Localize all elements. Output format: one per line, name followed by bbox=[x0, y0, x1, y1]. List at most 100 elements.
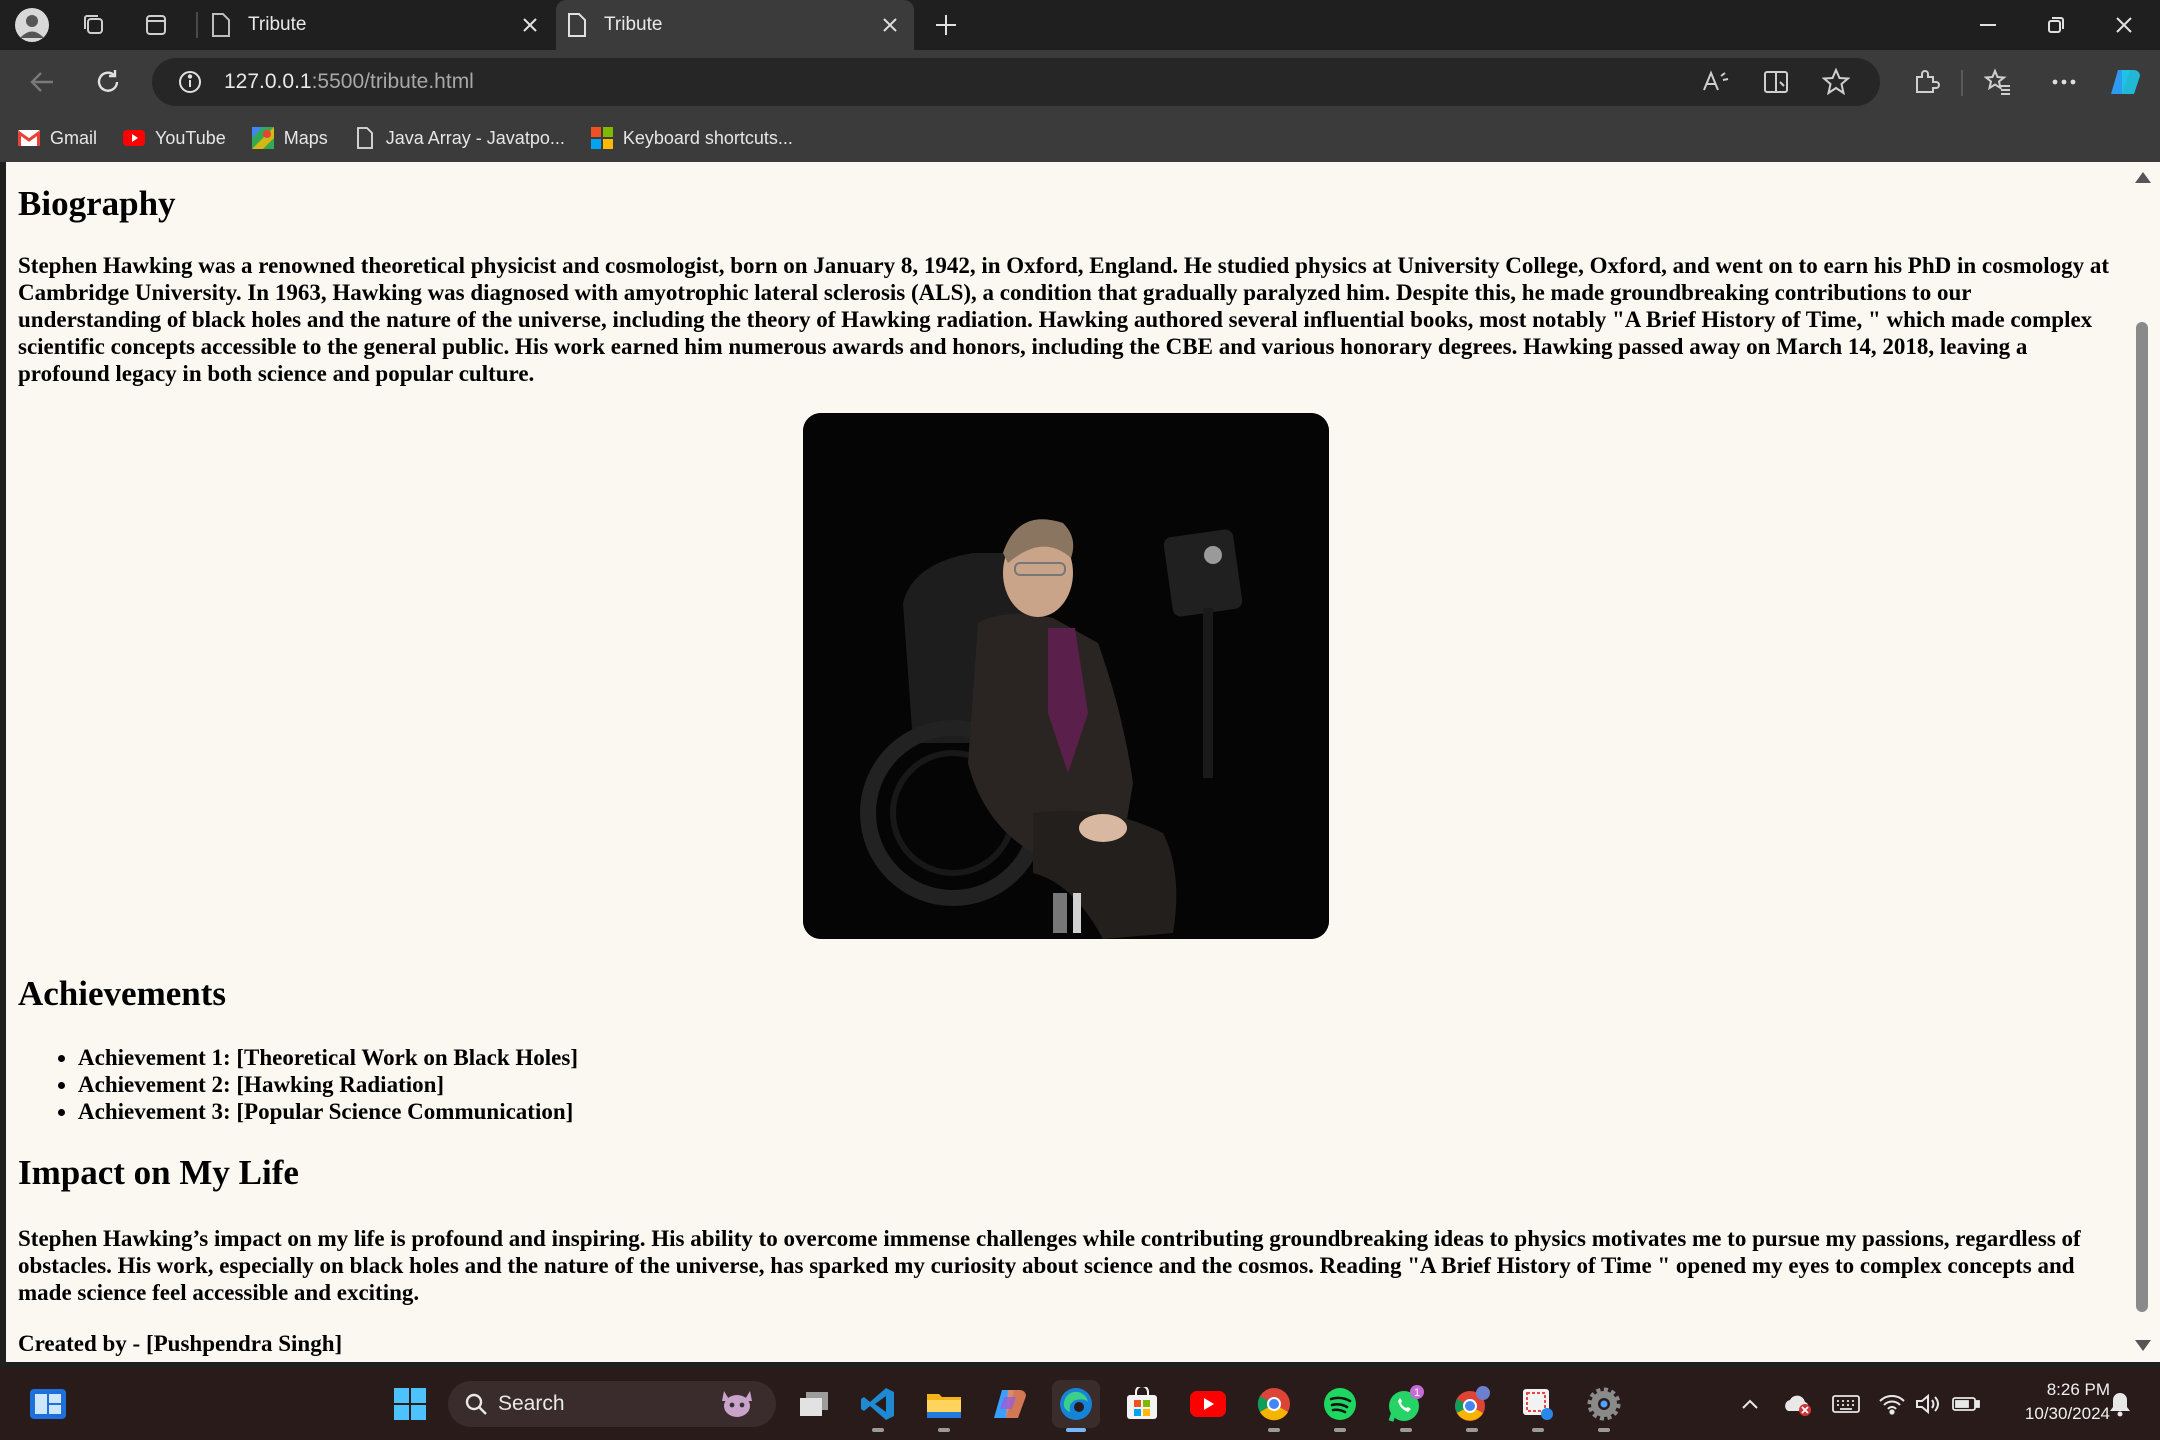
keyboard-icon[interactable] bbox=[1830, 1388, 1862, 1420]
maps-icon bbox=[251, 127, 274, 149]
task-view-icon[interactable] bbox=[790, 1380, 838, 1428]
bookmarks-bar: Gmail YouTube Maps Java Array - Javatpo.… bbox=[0, 114, 2160, 162]
stephen-hawking-photo bbox=[803, 413, 1329, 939]
file-explorer-icon[interactable] bbox=[920, 1380, 968, 1432]
achievements-heading: Achievements bbox=[18, 974, 227, 1013]
site-info-icon[interactable] bbox=[172, 64, 208, 100]
bookmark-label: Keyboard shortcuts... bbox=[622, 127, 793, 148]
bookmark-label: Gmail bbox=[50, 127, 98, 148]
notification-bell-icon[interactable] bbox=[2104, 1388, 2136, 1420]
show-hidden-icons-chevron-icon[interactable] bbox=[1736, 1388, 1764, 1420]
taskbar-search[interactable]: Search bbox=[448, 1381, 776, 1427]
read-aloud-icon[interactable] bbox=[1698, 64, 1734, 100]
tab-tribute-2[interactable]: Tribute bbox=[556, 0, 914, 50]
address-bar[interactable]: 127.0.0.1:5500/tribute.html bbox=[152, 58, 1880, 106]
search-label: Search bbox=[498, 1392, 565, 1415]
impact-text: Stephen Hawking’s impact on my life is p… bbox=[18, 1226, 2081, 1305]
page-icon bbox=[354, 127, 376, 149]
browser-title-bar: Tribute Tribute bbox=[0, 0, 2160, 50]
workspaces-icon[interactable] bbox=[76, 7, 112, 43]
achievements-list: Achievement 1: [Theoretical Work on Blac… bbox=[18, 1044, 2114, 1125]
created-by-text: Created by - [Pushpendra Singh] bbox=[18, 1331, 343, 1356]
bookmark-label: YouTube bbox=[155, 127, 226, 148]
snipping-tool-icon[interactable] bbox=[1514, 1380, 1562, 1432]
gmail-icon bbox=[18, 127, 40, 149]
list-item: Achievement 1: [Theoretical Work on Blac… bbox=[78, 1044, 2114, 1071]
impact-heading: Impact on My Life bbox=[18, 1153, 299, 1192]
whatsapp-icon[interactable]: 1 bbox=[1382, 1380, 1430, 1432]
browser-toolbar: 127.0.0.1:5500/tribute.html bbox=[0, 50, 2160, 114]
tab-separator bbox=[196, 12, 198, 38]
bookmark-keyboard-shortcuts[interactable]: Keyboard shortcuts... bbox=[590, 118, 793, 158]
microsoft-store-icon[interactable] bbox=[1118, 1380, 1166, 1428]
url-path: :5500/tribute.html bbox=[311, 70, 474, 93]
minimize-button[interactable] bbox=[1954, 0, 2022, 50]
youtube-icon bbox=[123, 127, 146, 149]
portrait-figure bbox=[18, 413, 2114, 944]
widgets-icon[interactable] bbox=[24, 1380, 72, 1428]
youtube-app-icon[interactable] bbox=[1184, 1380, 1232, 1428]
immersive-reader-icon[interactable] bbox=[1758, 64, 1794, 100]
back-button[interactable] bbox=[22, 62, 62, 102]
bookmark-label: Maps bbox=[283, 127, 328, 148]
whatsapp-badge: 1 bbox=[1414, 1387, 1420, 1399]
spotify-icon[interactable] bbox=[1316, 1380, 1364, 1432]
running-indicator bbox=[872, 1428, 884, 1432]
running-indicator bbox=[1066, 1428, 1086, 1432]
bookmark-gmail[interactable]: Gmail bbox=[18, 118, 97, 158]
volume-icon[interactable] bbox=[1912, 1388, 1944, 1420]
battery-icon[interactable] bbox=[1950, 1388, 1982, 1420]
close-tab-icon[interactable] bbox=[872, 7, 908, 43]
scroll-up-arrow-icon[interactable] bbox=[2135, 172, 2151, 183]
settings-gear-icon[interactable] bbox=[1580, 1380, 1628, 1432]
search-highlight-icon bbox=[718, 1389, 756, 1419]
profile-avatar-icon[interactable] bbox=[14, 7, 50, 43]
chrome-profile-icon[interactable] bbox=[1448, 1380, 1496, 1432]
running-indicator bbox=[1400, 1428, 1412, 1432]
windows-taskbar: Search 1 8:26 PM 10/30/2024 bbox=[0, 1368, 2160, 1440]
system-clock[interactable]: 8:26 PM 10/30/2024 bbox=[1990, 1378, 2110, 1426]
vertical-scrollbar[interactable] bbox=[2126, 162, 2160, 1362]
url-text[interactable]: 127.0.0.1:5500/tribute.html bbox=[224, 58, 474, 106]
bookmark-java-array[interactable]: Java Array - Javatpo... bbox=[354, 118, 565, 158]
bookmark-maps[interactable]: Maps bbox=[251, 118, 328, 158]
copilot-icon[interactable] bbox=[2106, 62, 2146, 102]
toolbar-separator bbox=[1961, 70, 1963, 96]
page-icon bbox=[568, 13, 586, 37]
clock-time: 8:26 PM bbox=[2046, 1380, 2110, 1399]
scrollbar-thumb[interactable] bbox=[2136, 322, 2148, 1312]
extensions-icon[interactable] bbox=[1906, 62, 1946, 102]
tab-title: Tribute bbox=[248, 14, 307, 35]
new-tab-button[interactable] bbox=[928, 7, 964, 43]
close-tab-icon[interactable] bbox=[512, 7, 548, 43]
wifi-icon[interactable] bbox=[1876, 1388, 1908, 1420]
search-icon bbox=[464, 1392, 488, 1416]
bookmark-youtube[interactable]: YouTube bbox=[123, 118, 226, 158]
running-indicator bbox=[1334, 1428, 1346, 1432]
close-window-button[interactable] bbox=[2090, 0, 2158, 50]
onedrive-error-icon[interactable] bbox=[1780, 1388, 1816, 1420]
start-windows-icon[interactable] bbox=[386, 1380, 434, 1428]
restore-button[interactable] bbox=[2022, 0, 2090, 50]
page-icon bbox=[212, 13, 230, 37]
biography-text: Stephen Hawking was a renowned theoretic… bbox=[18, 253, 2110, 386]
running-indicator bbox=[1598, 1428, 1610, 1432]
edge-browser-icon[interactable] bbox=[1052, 1380, 1100, 1432]
vscode-icon[interactable] bbox=[854, 1380, 902, 1432]
bookmark-label: Java Array - Javatpo... bbox=[385, 127, 565, 148]
tab-actions-icon[interactable] bbox=[138, 7, 174, 43]
more-options-icon[interactable] bbox=[2044, 62, 2084, 102]
running-indicator bbox=[1268, 1428, 1280, 1432]
refresh-button[interactable] bbox=[88, 62, 128, 102]
chrome-icon[interactable] bbox=[1250, 1380, 1298, 1432]
list-item: Achievement 2: [Hawking Radiation] bbox=[78, 1071, 2114, 1098]
tab-tribute-1[interactable]: Tribute bbox=[200, 0, 554, 50]
favorite-star-icon[interactable] bbox=[1818, 64, 1854, 100]
web-page-content: Biography Stephen Hawking was a renowned… bbox=[6, 162, 2126, 1362]
running-indicator bbox=[1532, 1428, 1544, 1432]
favorites-icon[interactable] bbox=[1978, 62, 2018, 102]
copilot-taskbar-icon[interactable] bbox=[986, 1380, 1034, 1428]
scroll-down-arrow-icon[interactable] bbox=[2135, 1340, 2151, 1351]
tab-title: Tribute bbox=[604, 14, 663, 35]
running-indicator bbox=[938, 1428, 950, 1432]
